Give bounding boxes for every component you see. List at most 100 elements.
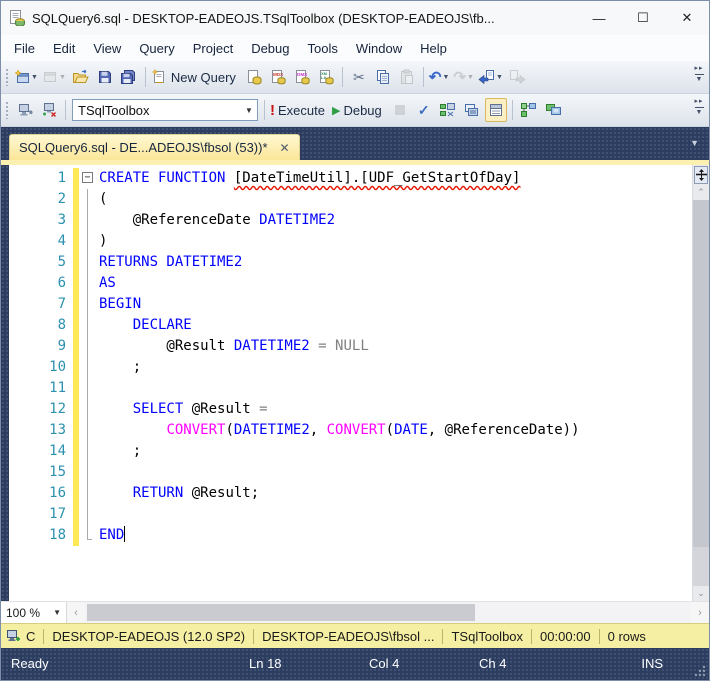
code-pane[interactable]: 1 − CREATE FUNCTION [DateTimeUtil].[UDF_Ge…: [9, 165, 692, 601]
code-line[interactable]: 14 ;: [9, 441, 692, 462]
code-line[interactable]: 7 BEGIN: [9, 294, 692, 315]
query-plan-button[interactable]: [518, 98, 540, 122]
toolbar-grip[interactable]: [5, 68, 9, 86]
menu-debug[interactable]: Debug: [242, 37, 298, 60]
results-pane-toggle-button[interactable]: [484, 98, 507, 122]
fold-collapse-icon[interactable]: −: [82, 172, 93, 183]
code-line[interactable]: 13 CONVERT(DATETIME2, CONVERT(DATE, @Ref…: [9, 420, 692, 441]
menu-file[interactable]: File: [5, 37, 44, 60]
toolbar-separator: [65, 100, 66, 120]
xmla-query-button[interactable]: XM LA: [315, 65, 337, 89]
resize-grip-icon[interactable]: [693, 664, 706, 677]
status-line: Ln 18: [249, 656, 282, 671]
connection-items: DESKTOP-EADEOJS (12.0 SP2) DESKTOP-EADEOJ…: [35, 628, 646, 644]
line-number: 16: [49, 485, 66, 501]
code-line[interactable]: 6 AS: [9, 273, 692, 294]
scroll-up-icon[interactable]: ⌃: [693, 185, 709, 200]
code-editor: 1 − CREATE FUNCTION [DateTimeUtil].[UDF_Ge…: [1, 165, 709, 601]
save-button[interactable]: [94, 65, 116, 89]
scroll-left-icon[interactable]: ‹: [67, 607, 85, 619]
save-all-button[interactable]: [118, 65, 140, 89]
menu-query[interactable]: Query: [130, 37, 183, 60]
tab-sqlquery6[interactable]: SQLQuery6.sql - DE...ADEOJS\fbsol (53))*…: [9, 134, 300, 160]
toolbar-separator: [422, 67, 424, 87]
outline-margin[interactable]: −: [79, 168, 96, 189]
vertical-scroll-thumb[interactable]: [693, 200, 709, 548]
code-line[interactable]: 11: [9, 378, 692, 399]
database-engine-query-button[interactable]: [243, 65, 265, 89]
menu-edit[interactable]: Edit: [44, 37, 84, 60]
add-item-button-disabled[interactable]: ▼: [42, 65, 68, 89]
undo-button[interactable]: ↶ ▼: [429, 65, 452, 89]
vertical-scroll-track[interactable]: [693, 200, 709, 586]
tab-close-icon[interactable]: ✕: [280, 141, 290, 155]
close-button[interactable]: ✕: [665, 1, 709, 35]
splitter-button[interactable]: [694, 166, 708, 184]
toolbar-grip[interactable]: [5, 101, 9, 119]
dmx-query-button[interactable]: DMX: [291, 65, 313, 89]
menu-tools[interactable]: Tools: [299, 37, 347, 60]
connection-bar-item: DESKTOP-EADEOJS (12.0 SP2): [52, 628, 246, 644]
code-line[interactable]: 3 @ReferenceDate DATETIME2: [9, 210, 692, 231]
template-parameters-button[interactable]: [437, 98, 459, 122]
code-line[interactable]: 8 DECLARE: [9, 315, 692, 336]
client-statistics-icon: [545, 104, 561, 115]
fold-connector-line: [87, 441, 88, 462]
document-list-dropdown-icon[interactable]: ▼: [690, 138, 699, 148]
menu-project[interactable]: Project: [184, 37, 242, 60]
toolbar-overflow-button[interactable]: ▸▸ ▼: [692, 64, 706, 83]
code-line[interactable]: 17: [9, 504, 692, 525]
navigate-backward-button[interactable]: ▼: [478, 65, 505, 89]
code-line[interactable]: 2(: [9, 189, 692, 210]
outline-margin: [79, 357, 96, 378]
code-line[interactable]: 12 SELECT @Result =: [9, 399, 692, 420]
scroll-right-icon[interactable]: ›: [691, 607, 709, 619]
code-line[interactable]: 16 RETURN @Result;: [9, 483, 692, 504]
code-text: ): [99, 233, 108, 249]
menu-help[interactable]: Help: [411, 37, 456, 60]
cut-button[interactable]: ✂: [348, 65, 370, 89]
stop-button-disabled[interactable]: [389, 98, 411, 122]
scroll-down-icon[interactable]: ⌄: [693, 586, 709, 601]
horizontal-scroll-track[interactable]: [85, 602, 691, 623]
redo-button-disabled[interactable]: ↷ ▼: [453, 65, 476, 89]
vertical-scrollbar[interactable]: ⌃ ⌄: [692, 165, 709, 601]
line-number: 10: [49, 359, 66, 375]
mdx-query-button[interactable]: MDX: [267, 65, 289, 89]
code-text: AS: [99, 275, 116, 291]
zoom-level-select[interactable]: 100 % ▼: [1, 602, 67, 623]
code-line[interactable]: 4): [9, 231, 692, 252]
title-bar[interactable]: SQLQuery6.sql - DESKTOP-EADEOJS.TSqlTool…: [1, 1, 709, 35]
connect-button[interactable]: [14, 98, 36, 122]
execute-label: Execute: [278, 102, 325, 118]
copy-button[interactable]: [372, 65, 394, 89]
debug-button[interactable]: ▶ Debug: [332, 98, 387, 122]
code-line[interactable]: 5 RETURNS DATETIME2: [9, 252, 692, 273]
code-line[interactable]: 18 END: [9, 525, 692, 546]
toolbar-overflow-button[interactable]: ▸▸ ▼: [692, 97, 706, 116]
code-text: ;: [99, 359, 142, 375]
code-line[interactable]: 15: [9, 462, 692, 483]
code-line[interactable]: 10 ;: [9, 357, 692, 378]
line-number: 11: [49, 380, 66, 396]
outline-margin: [79, 273, 96, 294]
change-connection-button[interactable]: [38, 98, 60, 122]
minimize-button[interactable]: —: [577, 1, 621, 35]
parse-button[interactable]: ✓: [413, 98, 435, 122]
code-line[interactable]: 1 − CREATE FUNCTION [DateTimeUtil].[UDF_Ge…: [9, 168, 692, 189]
menu-window[interactable]: Window: [347, 37, 411, 60]
navigate-forward-button-disabled[interactable]: [507, 65, 529, 89]
open-file-button[interactable]: [70, 65, 92, 89]
new-query-button[interactable]: New Query: [151, 65, 241, 89]
line-number: 8: [57, 317, 66, 333]
new-item-button[interactable]: ▼: [14, 65, 40, 89]
code-line[interactable]: 9 @Result DATETIME2 = NULL: [9, 336, 692, 357]
paste-button-disabled[interactable]: [396, 65, 418, 89]
horizontal-scroll-thumb[interactable]: [87, 604, 475, 621]
execute-button[interactable]: ! Execute: [270, 98, 330, 122]
available-databases-combo[interactable]: TSqlToolbox ▼: [72, 99, 258, 121]
maximize-button[interactable]: ☐: [621, 1, 665, 35]
menu-view[interactable]: View: [84, 37, 130, 60]
intellisense-button[interactable]: [461, 98, 483, 122]
client-statistics-button[interactable]: [542, 98, 564, 122]
